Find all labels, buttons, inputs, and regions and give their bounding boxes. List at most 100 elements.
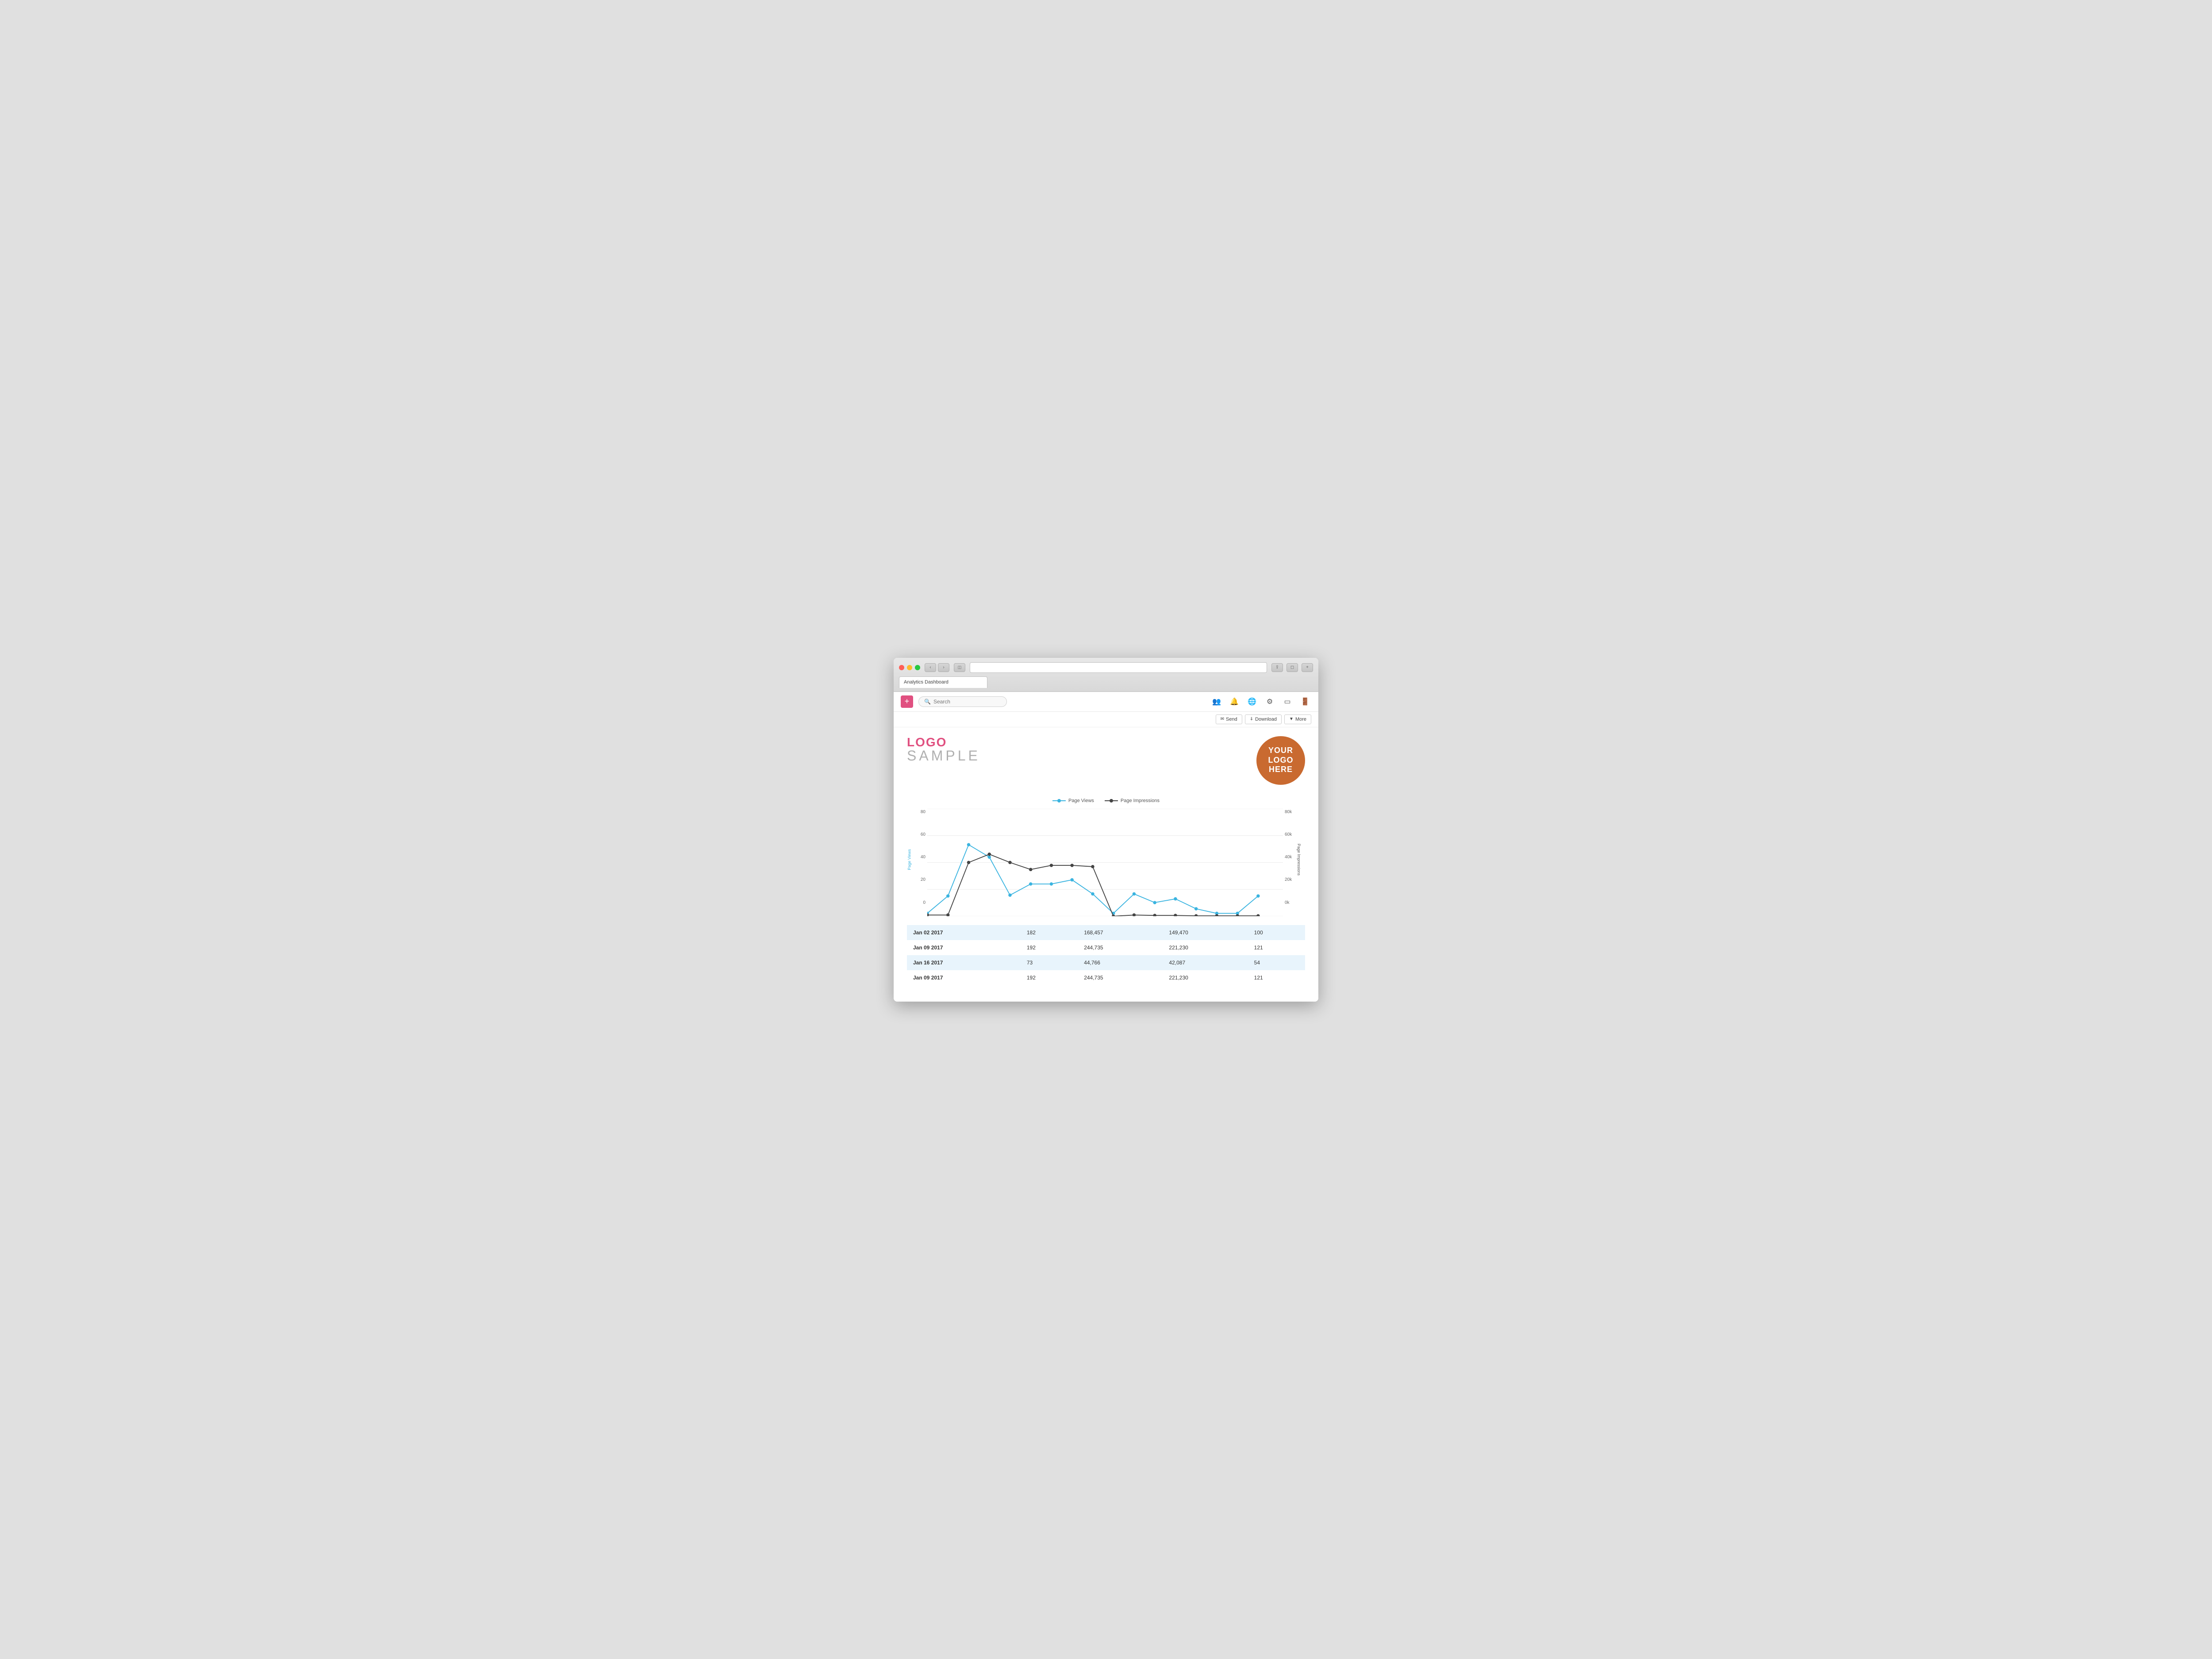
nav-buttons: ‹ › (925, 663, 949, 672)
table-cell-2-3: 42,087 (1163, 955, 1248, 970)
pi-dot-4 (988, 853, 991, 856)
chart-legend: Page Views Page Impressions (907, 798, 1305, 803)
data-table: Jan 02 2017182168,457149,470100Jan 09 20… (907, 925, 1305, 985)
chart-svg: 1. Jan 3. Jan 5. Jan 7. Jan 9. Jan 11. J… (927, 809, 1283, 916)
back-button[interactable]: ‹ (925, 663, 936, 672)
download-label: Download (1255, 717, 1277, 722)
window-icon-button[interactable]: ▭ (1281, 695, 1294, 708)
table-cell-1-3: 221,230 (1163, 940, 1248, 955)
pi-dot-12 (1153, 914, 1156, 916)
y-right-20k: 20k (1285, 877, 1292, 882)
legend-page-impressions: Page Impressions (1105, 798, 1160, 803)
tab-bar: Analytics Dashboard (899, 676, 1313, 688)
y-left-80: 80 (921, 810, 926, 814)
action-buttons-row: ✉ Send ⇓ Download ▼ More (894, 712, 1318, 727)
more-icon: ▼ (1289, 717, 1294, 722)
table-cell-3-0: Jan 09 2017 (907, 970, 1021, 985)
traffic-lights (899, 665, 920, 670)
pi-dot-11 (1133, 913, 1136, 916)
table-cell-1-1: 192 (1021, 940, 1078, 955)
tab-title: Analytics Dashboard (904, 680, 949, 685)
pv-dot-9 (1091, 892, 1094, 895)
table-cell-2-2: 44,766 (1078, 955, 1163, 970)
y-left-60: 60 (921, 832, 926, 837)
y-left-20: 20 (921, 877, 926, 882)
your-logo-circle: YOURLOGOHERE (1256, 736, 1305, 785)
send-label: Send (1226, 717, 1237, 722)
globe-icon-button[interactable]: 🌐 (1246, 695, 1258, 708)
pv-dot-11 (1133, 892, 1136, 895)
share-button[interactable]: ⇪ (1271, 663, 1283, 672)
pv-dot-5 (1008, 893, 1011, 896)
y-right-40k: 40k (1285, 855, 1292, 860)
page-views-line (927, 845, 1258, 913)
table-cell-3-1: 192 (1021, 970, 1078, 985)
pi-dot-2 (946, 913, 949, 916)
legend-page-views: Page Views (1052, 798, 1094, 803)
table-row: Jan 16 20177344,76642,08754 (907, 955, 1305, 970)
legend-page-views-label: Page Views (1068, 798, 1094, 803)
add-tab-button[interactable]: + (1302, 663, 1313, 672)
table-cell-1-2: 244,735 (1078, 940, 1163, 955)
toolbar-left: + 🔍 (901, 695, 1007, 708)
y-axis-left: 80 60 40 20 0 (911, 809, 926, 906)
browser-window: ‹ › ◫ ⇪ ◻ + Analytics Dashboard + 🔍 (894, 658, 1318, 1002)
pv-dot-12 (1153, 901, 1156, 904)
pv-dot-17 (1256, 894, 1260, 897)
table-cell-1-0: Jan 09 2017 (907, 940, 1021, 955)
settings-icon-button[interactable]: ⚙ (1263, 695, 1276, 708)
sidebar-toggle-button[interactable]: ◫ (954, 663, 965, 672)
browser-chrome: ‹ › ◫ ⇪ ◻ + Analytics Dashboard (894, 658, 1318, 692)
legend-page-impressions-line (1105, 798, 1118, 803)
logout-icon-button[interactable]: 🚪 (1299, 695, 1311, 708)
pv-dot-7 (1050, 882, 1053, 885)
table-cell-0-3: 149,470 (1163, 925, 1248, 940)
address-bar[interactable] (970, 662, 1267, 673)
new-tab-button[interactable]: ◻ (1286, 663, 1298, 672)
table-row: Jan 02 2017182168,457149,470100 (907, 925, 1305, 940)
more-button[interactable]: ▼ More (1284, 714, 1311, 724)
page-impressions-line (927, 854, 1258, 916)
add-button[interactable]: + (901, 695, 913, 708)
main-content: LOGO SAMPLE YOURLOGOHERE Page Views (894, 727, 1318, 994)
logo-sample: LOGO SAMPLE (907, 736, 980, 763)
more-label: More (1295, 717, 1306, 722)
pv-dot-2 (946, 894, 949, 897)
chart-section: Page Views Page Impressions 80 (907, 798, 1305, 916)
pi-dot-10 (1112, 914, 1115, 916)
legend-page-views-line (1052, 798, 1066, 803)
send-icon: ✉ (1221, 717, 1224, 722)
pi-dot-5 (1008, 860, 1011, 864)
table-cell-2-0: Jan 16 2017 (907, 955, 1021, 970)
logo-text-top: LOGO (907, 736, 947, 749)
table-cell-0-4: 100 (1248, 925, 1305, 940)
search-input[interactable] (933, 699, 1001, 705)
send-button[interactable]: ✉ Send (1216, 714, 1242, 724)
logo-text-bottom: SAMPLE (907, 749, 980, 763)
traffic-light-close[interactable] (899, 665, 904, 670)
table-cell-0-1: 182 (1021, 925, 1078, 940)
table-cell-0-2: 168,457 (1078, 925, 1163, 940)
legend-page-impressions-label: Page Impressions (1121, 798, 1160, 803)
y-right-80k: 80k (1285, 810, 1292, 814)
browser-tab[interactable]: Analytics Dashboard (899, 676, 987, 688)
chrome-actions: ⇪ ◻ + (1271, 663, 1313, 672)
app-toolbar: + 🔍 👥 🔔 🌐 ⚙ ▭ 🚪 (894, 692, 1318, 712)
forward-button[interactable]: › (938, 663, 949, 672)
pv-dot-14 (1194, 907, 1198, 910)
users-icon-button[interactable]: 👥 (1210, 695, 1223, 708)
y-left-0: 0 (923, 900, 926, 905)
download-button[interactable]: ⇓ Download (1245, 714, 1282, 724)
table-cell-1-4: 121 (1248, 940, 1305, 955)
traffic-light-minimize[interactable] (907, 665, 912, 670)
download-icon: ⇓ (1250, 717, 1253, 722)
traffic-light-maximize[interactable] (915, 665, 920, 670)
pv-dot-6 (1029, 882, 1032, 885)
search-bar[interactable]: 🔍 (918, 696, 1007, 707)
table-cell-3-2: 244,735 (1078, 970, 1163, 985)
table-cell-3-4: 121 (1248, 970, 1305, 985)
y-left-40: 40 (921, 855, 926, 860)
notifications-icon-button[interactable]: 🔔 (1228, 695, 1240, 708)
table-cell-2-4: 54 (1248, 955, 1305, 970)
y-right-60k: 60k (1285, 832, 1292, 837)
